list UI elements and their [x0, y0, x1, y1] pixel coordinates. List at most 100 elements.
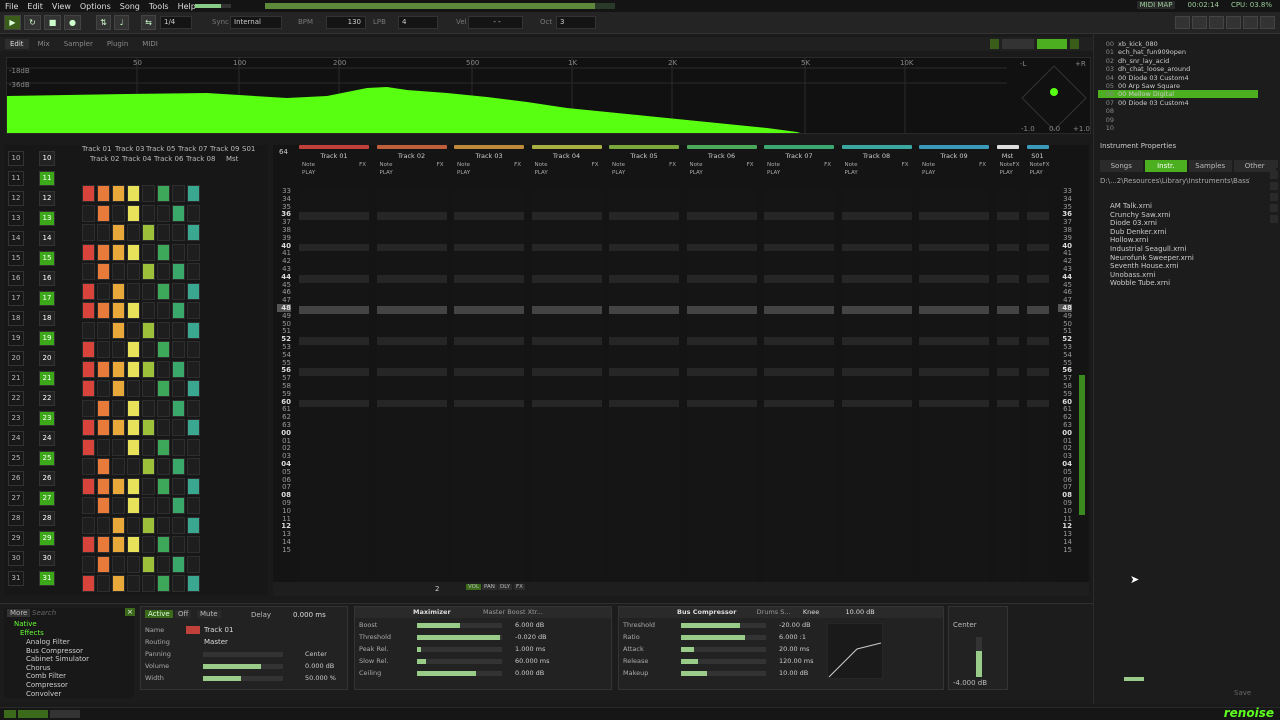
instrument-row[interactable]: 01 ech_hat_fun909open: [1098, 48, 1258, 56]
instrument-row[interactable]: 08: [1098, 107, 1258, 115]
matrix-cell[interactable]: [157, 204, 170, 222]
follow-button[interactable]: ⇅: [96, 15, 111, 30]
pattern-slot[interactable]: 17: [39, 291, 55, 306]
matrix-cell[interactable]: [157, 516, 170, 534]
sequence-slot[interactable]: 15: [8, 251, 24, 266]
track-header[interactable]: Track 08 Note FX PLAY: [841, 145, 912, 185]
matrix-cell[interactable]: [157, 419, 170, 436]
matrix-cell[interactable]: [187, 399, 200, 417]
matrix-cell[interactable]: [172, 438, 185, 456]
param-slider[interactable]: [681, 647, 766, 652]
pattern-slot[interactable]: 19: [39, 331, 55, 346]
play-button[interactable]: ▶: [4, 15, 21, 30]
lpb-field[interactable]: 4: [398, 16, 438, 29]
file-browser[interactable]: AM Talk.xrni Crunchy Saw.xrni Diode 03.xrn…: [1110, 202, 1260, 302]
matrix-cell[interactable]: [142, 224, 155, 241]
matrix-cell[interactable]: [187, 458, 200, 475]
sequence-slot[interactable]: 31: [8, 571, 24, 586]
matrix-cell[interactable]: [157, 321, 170, 339]
matrix-cell[interactable]: [187, 282, 200, 300]
matrix-cell[interactable]: [82, 536, 95, 553]
matrix-cell[interactable]: [97, 438, 110, 456]
velocity-field[interactable]: - -: [468, 16, 523, 29]
matrix-cell[interactable]: [172, 263, 185, 280]
matrix-cell[interactable]: [142, 341, 155, 358]
vol-column-toggle[interactable]: VOL: [466, 584, 482, 590]
sequence-slot[interactable]: 29: [8, 531, 24, 546]
sequence-slot[interactable]: 27: [8, 491, 24, 506]
browser-file[interactable]: Dub Denker.xrni: [1110, 228, 1166, 236]
instrument-list[interactable]: 00 xb_kick_080 01 ech_hat_fun909open 02 dh_sn…: [1098, 40, 1258, 132]
tab-samples[interactable]: Samples: [1189, 160, 1232, 172]
matrix-cell[interactable]: [187, 438, 200, 456]
matrix-cell[interactable]: [187, 224, 200, 241]
matrix-cell[interactable]: [82, 555, 95, 573]
track-column[interactable]: [454, 189, 524, 593]
matrix-cell[interactable]: [157, 282, 170, 300]
sequence-slot[interactable]: 21: [8, 371, 24, 386]
matrix-cell[interactable]: [172, 224, 185, 241]
matrix-cell[interactable]: [82, 282, 95, 300]
pattern-slot[interactable]: 25: [39, 451, 55, 466]
pan-column-toggle[interactable]: PAN: [482, 584, 497, 590]
menu-tools[interactable]: Tools: [149, 2, 169, 11]
track-column[interactable]: [376, 189, 447, 593]
matrix-cell[interactable]: [127, 497, 140, 514]
matrix-cell[interactable]: [82, 497, 95, 514]
sequence-slot[interactable]: 11: [8, 171, 24, 186]
matrix-cell[interactable]: [172, 204, 185, 222]
matrix-cell[interactable]: [157, 399, 170, 417]
matrix-cell[interactable]: [112, 438, 125, 456]
delay-value[interactable]: 0.000 ms: [293, 611, 326, 619]
pattern-slot[interactable]: 10: [39, 151, 55, 166]
matrix-grid[interactable]: [80, 185, 260, 592]
pattern-slot[interactable]: 22: [39, 391, 55, 406]
pattern-slot[interactable]: 12: [39, 191, 55, 206]
matrix-cell[interactable]: [142, 536, 155, 553]
matrix-cell[interactable]: [127, 458, 140, 475]
matrix-cell[interactable]: [172, 536, 185, 553]
instrument-row[interactable]: 10: [1098, 124, 1258, 132]
matrix-cell[interactable]: [142, 185, 155, 202]
track-column[interactable]: [531, 189, 602, 593]
param-slider[interactable]: [681, 635, 766, 640]
matrix-cell[interactable]: [142, 458, 155, 475]
matrix-cell[interactable]: [187, 204, 200, 222]
pattern-slot[interactable]: 14: [39, 231, 55, 246]
track-column[interactable]: [841, 189, 912, 593]
bpm-field[interactable]: 130: [326, 16, 366, 29]
browser-file[interactable]: Hollow.xrni: [1110, 236, 1148, 244]
matrix-cell[interactable]: [127, 341, 140, 358]
matrix-cell[interactable]: [112, 321, 125, 339]
param-slider[interactable]: [417, 671, 502, 676]
mute-toggle[interactable]: Mute: [197, 610, 221, 618]
tab-edit[interactable]: Edit: [5, 39, 29, 49]
pattern-slot[interactable]: 20: [39, 351, 55, 366]
pattern-slot[interactable]: 11: [39, 171, 55, 186]
matrix-cell[interactable]: [142, 555, 155, 573]
matrix-cell[interactable]: [112, 555, 125, 573]
matrix-cell[interactable]: [112, 224, 125, 241]
browser-file[interactable]: Wobble Tube.xrni: [1110, 279, 1170, 287]
matrix-cell[interactable]: [142, 360, 155, 378]
menu-options[interactable]: Options: [80, 2, 111, 11]
sequence-slot[interactable]: 23: [8, 411, 24, 426]
matrix-cell[interactable]: [82, 575, 95, 592]
matrix-cell[interactable]: [127, 438, 140, 456]
matrix-cell[interactable]: [172, 360, 185, 378]
matrix-cell[interactable]: [97, 185, 110, 202]
matrix-cell[interactable]: [142, 399, 155, 417]
matrix-cell[interactable]: [142, 243, 155, 261]
matrix-cell[interactable]: [172, 575, 185, 592]
matrix-cell[interactable]: [112, 243, 125, 261]
matrix-cell[interactable]: [172, 185, 185, 202]
matrix-cell[interactable]: [172, 341, 185, 358]
sequence-slot[interactable]: 24: [8, 431, 24, 446]
matrix-cell[interactable]: [97, 516, 110, 534]
instrument-row[interactable]: 09: [1098, 116, 1258, 124]
record-button[interactable]: ●: [64, 15, 81, 30]
pattern-length-field[interactable]: 1/4: [160, 16, 192, 29]
matrix-cell[interactable]: [97, 360, 110, 378]
param-slider[interactable]: [417, 647, 502, 652]
matrix-cell[interactable]: [142, 263, 155, 280]
